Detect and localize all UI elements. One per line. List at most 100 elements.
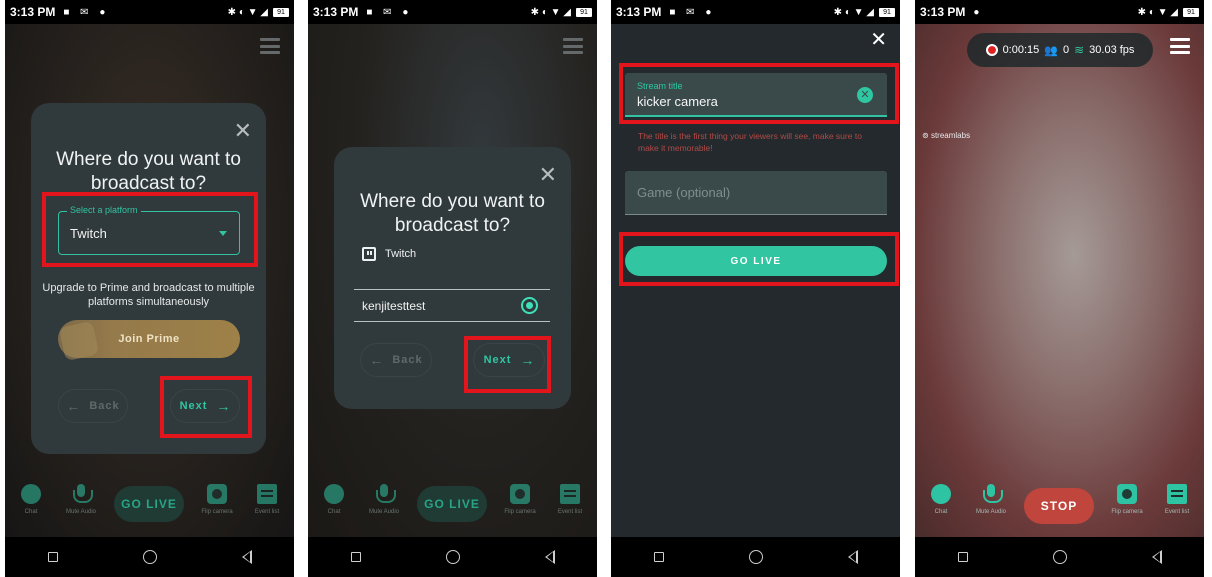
stop-button[interactable]: STOP xyxy=(1024,488,1094,524)
upgrade-text: Upgrade to Prime and broadcast to multip… xyxy=(42,282,255,308)
home-icon[interactable] xyxy=(748,550,763,564)
join-prime-button[interactable]: Join Prime xyxy=(58,320,240,362)
notification-icons: ■ ✉ ● xyxy=(669,6,716,18)
stream-title-field[interactable]: Stream title kicker camera ✕ xyxy=(625,73,887,117)
flip-camera-icon xyxy=(207,484,227,504)
android-nav-bar xyxy=(915,537,1204,577)
mute-label: Mute Audio xyxy=(368,509,400,515)
bottom-controls: Chat Mute Audio GO LIVE Flip camera Even… xyxy=(5,478,294,534)
platform-select[interactable]: Select a platform Twitch xyxy=(58,205,240,255)
phone-screen-platform-select: 3:13 PM ■ ✉ ● ✱ ◐ ▼ ◢ 91 ✕ Where do you … xyxy=(5,0,294,577)
game-field[interactable]: Game (optional) xyxy=(625,171,887,215)
flip-camera-button[interactable]: Flip camera xyxy=(1104,484,1150,515)
status-time: 3:13 PM xyxy=(313,5,359,19)
home-icon[interactable] xyxy=(1052,550,1067,564)
arrow-left-icon: ← xyxy=(66,398,81,414)
chat-icon xyxy=(324,484,344,504)
dialog-title: Where do you want to broadcast to? xyxy=(360,191,545,236)
arrow-right-icon: → xyxy=(216,398,231,414)
status-time: 3:13 PM xyxy=(616,5,662,19)
event-list-button[interactable]: Event list xyxy=(1154,484,1200,515)
microphone-icon xyxy=(71,484,93,504)
arrow-left-icon: ← xyxy=(369,352,384,368)
android-nav-bar xyxy=(308,537,597,577)
recents-icon[interactable] xyxy=(350,552,361,562)
recents-icon[interactable] xyxy=(47,552,58,562)
flip-camera-button[interactable]: Flip camera xyxy=(194,484,240,515)
chat-label: Chat xyxy=(327,509,341,515)
recents-icon[interactable] xyxy=(957,552,968,562)
account-option[interactable]: kenjitesttest xyxy=(354,289,550,322)
event-list-button[interactable]: Event list xyxy=(547,484,593,515)
menu-icon[interactable] xyxy=(563,38,583,54)
home-icon[interactable] xyxy=(445,550,460,564)
back-nav-icon[interactable] xyxy=(241,550,252,564)
flip-camera-icon xyxy=(510,484,530,504)
chat-button[interactable]: Chat xyxy=(8,484,54,515)
radio-selected-icon[interactable] xyxy=(521,297,538,314)
flip-label: Flip camera xyxy=(1111,509,1143,515)
next-button[interactable]: Next → xyxy=(170,389,240,423)
back-label: Back xyxy=(392,354,423,366)
battery-icon: 91 xyxy=(273,7,289,17)
status-bar: 3:13 PM ■ ✉ ● ✱ ◐ ▼ ◢ 91 xyxy=(5,0,294,24)
back-button[interactable]: ← Back xyxy=(58,389,128,423)
event-list-button[interactable]: Event list xyxy=(244,484,290,515)
viewer-count: 0 xyxy=(1062,44,1070,56)
clear-icon[interactable]: ✕ xyxy=(857,87,873,103)
close-icon[interactable]: ✕ xyxy=(870,30,887,50)
system-icons: ✱ ◐ ▼ ◢ 91 xyxy=(228,7,289,18)
mute-audio-button[interactable]: Mute Audio xyxy=(58,484,104,515)
chat-button[interactable]: Chat xyxy=(311,484,357,515)
home-icon[interactable] xyxy=(142,550,157,564)
mute-audio-button[interactable]: Mute Audio xyxy=(968,484,1014,515)
events-label: Event list xyxy=(1164,509,1190,515)
notification-icons: ■ ✉ ● xyxy=(63,6,110,18)
stream-title-helper: The title is the first thing your viewer… xyxy=(638,131,862,153)
streamlabs-watermark: ⊚ streamlabs xyxy=(922,131,971,140)
stream-title-value: kicker camera xyxy=(637,94,718,109)
notification-icons: ■ ✉ ● xyxy=(366,6,413,18)
battery-icon: 91 xyxy=(576,7,592,17)
arrow-right-icon: → xyxy=(520,352,535,368)
menu-icon[interactable] xyxy=(1170,38,1190,54)
event-list-icon xyxy=(560,484,580,504)
android-nav-bar xyxy=(5,537,294,577)
back-nav-icon[interactable] xyxy=(847,550,858,564)
next-label: Next xyxy=(179,400,208,412)
chat-button[interactable]: Chat xyxy=(918,484,964,515)
go-live-button[interactable]: GO LIVE xyxy=(114,486,184,522)
live-stats: 0:00:15 👥 0 ≋ 30.03 fps xyxy=(967,33,1153,67)
flip-camera-button[interactable]: Flip camera xyxy=(497,484,543,515)
next-button[interactable]: Next → xyxy=(473,343,545,377)
system-icons: ✱ ◐ ▼ ◢ 91 xyxy=(531,7,592,18)
status-bar: 3:13 PM ■ ✉ ● ✱ ◐ ▼ ◢ 91 xyxy=(611,0,900,24)
platform-select-value: Twitch xyxy=(70,226,107,241)
go-live-button[interactable]: GO LIVE xyxy=(417,486,487,522)
phone-screen-stream-details: 3:13 PM ■ ✉ ● ✱ ◐ ▼ ◢ 91 ✕ Stream title … xyxy=(611,0,900,577)
dialog-title: Where do you want to broadcast to? xyxy=(56,149,241,194)
menu-icon[interactable] xyxy=(260,38,280,54)
recents-icon[interactable] xyxy=(653,552,664,562)
back-button[interactable]: ← Back xyxy=(360,343,432,377)
broadcast-dialog: ✕ Where do you want to broadcast to? Twi… xyxy=(334,147,571,409)
flip-camera-icon xyxy=(1117,484,1137,504)
phone-screen-live: 3:13 PM ● ✱ ◐ ▼ ◢ 91 0:00:15 👥 0 ≋ 30.03… xyxy=(915,0,1204,577)
wifi-icon: ≋ xyxy=(1074,43,1085,57)
recording-icon xyxy=(985,44,998,56)
close-icon[interactable]: ✕ xyxy=(539,164,557,186)
status-time: 3:13 PM xyxy=(920,5,966,19)
broadcast-dialog: ✕ Where do you want to broadcast to? Sel… xyxy=(31,103,266,454)
fps-value: 30.03 fps xyxy=(1089,44,1135,56)
back-nav-icon[interactable] xyxy=(544,550,555,564)
events-label: Event list xyxy=(557,509,583,515)
stream-timer: 0:00:15 xyxy=(1002,44,1040,56)
android-nav-bar xyxy=(611,537,900,577)
back-nav-icon[interactable] xyxy=(1151,550,1162,564)
status-time: 3:13 PM xyxy=(10,5,56,19)
go-live-button[interactable]: GO LIVE xyxy=(625,246,887,276)
system-icons: ✱ ◐ ▼ ◢ 91 xyxy=(834,7,895,18)
close-icon[interactable]: ✕ xyxy=(234,120,252,142)
mute-audio-button[interactable]: Mute Audio xyxy=(361,484,407,515)
caret-down-icon xyxy=(219,231,227,236)
